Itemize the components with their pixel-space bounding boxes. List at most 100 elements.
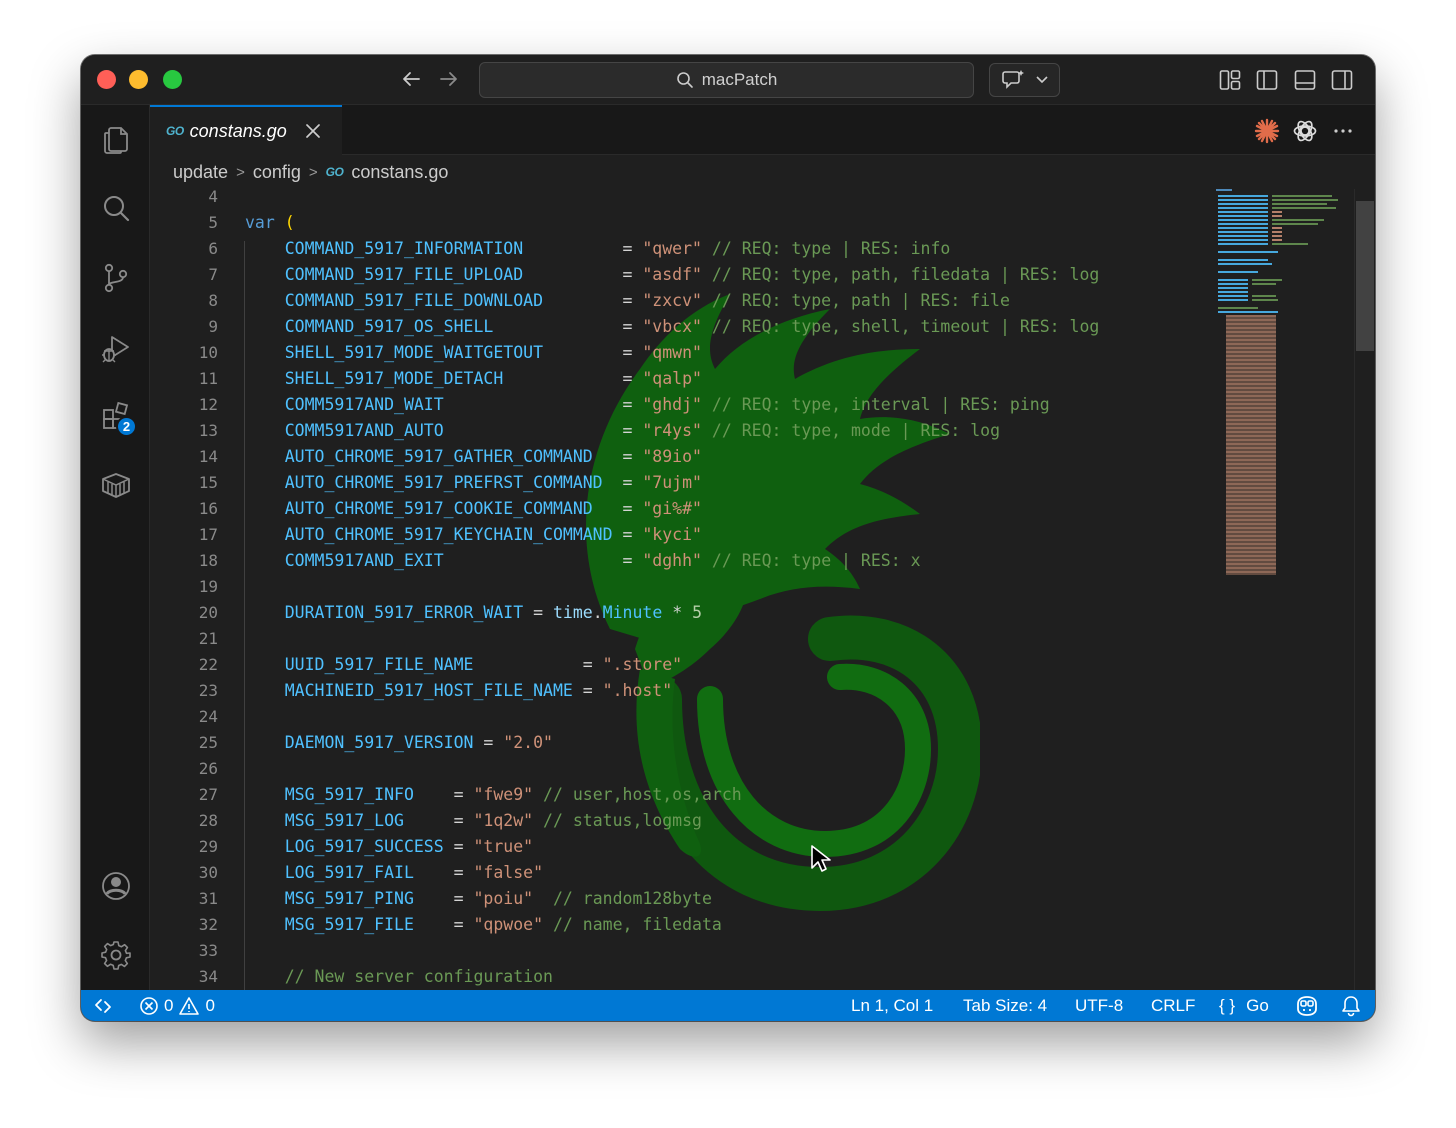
breadcrumb-update[interactable]: update: [173, 162, 228, 183]
language-name: Go: [1246, 995, 1269, 1015]
code-token: =: [403, 811, 474, 830]
line-number: 32: [198, 915, 218, 934]
code-token: MSG_5917_INFO: [245, 785, 414, 804]
close-window-button[interactable]: [97, 70, 116, 89]
line-number: 31: [198, 889, 218, 908]
eol-indicator[interactable]: CRLF: [1151, 990, 1195, 1021]
code-token: =: [473, 655, 603, 674]
line-number: 27: [198, 785, 218, 804]
cursor-position[interactable]: Ln 1, Col 1: [851, 990, 933, 1021]
zoom-window-button[interactable]: [163, 70, 182, 89]
code-editor[interactable]: 4 5 6 7 8 9 10 11 12 13 14 15 16 17 18 19 20 21 22 23 24 25 26…: [150, 189, 1375, 990]
minimize-window-button[interactable]: [129, 70, 148, 89]
code-token: "qpwoe": [473, 915, 544, 934]
language-mode-indicator[interactable]: { } Go: [1219, 990, 1269, 1021]
more-actions-icon[interactable]: [1330, 118, 1356, 144]
error-icon: [140, 996, 158, 1015]
explorer-button[interactable]: [98, 121, 134, 157]
line-number: 8: [208, 291, 218, 310]
line-number: 17: [198, 525, 218, 544]
code-line: MSG_5917_FILE = "qpwoe" // name, filedat…: [245, 912, 722, 938]
code-token: "2.0": [503, 733, 553, 752]
title-bar: macPatch: [81, 55, 1375, 105]
chatgpt-icon[interactable]: [1292, 118, 1318, 144]
code-token: time: [552, 603, 593, 622]
code-line: COMMAND_5917_OS_SHELL = "vbcx" // REQ: t…: [245, 314, 1100, 340]
line-number: 13: [198, 421, 218, 440]
code-line: MACHINEID_5917_HOST_FILE_NAME = ".host": [245, 678, 672, 704]
problems-indicator[interactable]: 0 0: [139, 990, 215, 1021]
code-line: MSG_5917_LOG = "1q2w" // status,logmsg: [245, 808, 702, 834]
code-token: DAEMON_5917_VERSION: [245, 733, 474, 752]
breadcrumb-file[interactable]: constans.go: [351, 162, 448, 183]
code-token: MSG_5917_FILE: [245, 915, 414, 934]
command-center-search[interactable]: macPatch: [479, 62, 974, 98]
chat-sparkle-icon: [1001, 70, 1024, 89]
code-token: // New server configuration: [245, 967, 553, 986]
tab-constans-go[interactable]: GO constans.go: [150, 105, 342, 155]
line-number: 11: [198, 369, 218, 388]
search-view-button[interactable]: [98, 191, 134, 227]
code-line: UUID_5917_FILE_NAME = ".store": [245, 652, 682, 678]
code-token: // random128byte: [533, 889, 712, 908]
code-line: COMMAND_5917_FILE_DOWNLOAD = "zxcv" // R…: [245, 288, 1010, 314]
run-and-debug-button[interactable]: [98, 330, 134, 366]
code-token: // name, filedata: [543, 915, 722, 934]
remote-indicator[interactable]: [93, 990, 113, 1021]
extensions-badge: 2: [116, 416, 137, 437]
code-token: .: [592, 603, 603, 622]
mouse-pointer-icon: [811, 845, 831, 872]
code-line: LOG_5917_SUCCESS = "true": [245, 834, 533, 860]
close-icon[interactable]: [305, 123, 321, 139]
toggle-primary-sidebar-icon[interactable]: [1256, 69, 1278, 91]
error-count: 0: [164, 995, 174, 1015]
run-debug-icon: [102, 336, 129, 363]
code-token: AUTO_CHROME_5917_GATHER_COMMAND: [245, 447, 593, 466]
line-number: 20: [198, 603, 218, 622]
code-token: =: [413, 785, 474, 804]
manage-settings-button[interactable]: [98, 937, 134, 973]
copilot-chat-button[interactable]: [989, 63, 1060, 97]
code-token: =: [473, 733, 504, 752]
code-token: MSG_5917_PING: [245, 889, 414, 908]
source-control-button[interactable]: [98, 260, 134, 296]
line-number: 6: [208, 239, 218, 258]
code-token: "1q2w": [473, 811, 534, 830]
tab-size-indicator[interactable]: Tab Size: 4: [963, 990, 1047, 1021]
code-token: COMMAND_5917_FILE_DOWNLOAD: [245, 291, 544, 310]
code-line: AUTO_CHROME_5917_PREFRST_COMMAND = "7ujm…: [245, 470, 702, 496]
encoding-indicator[interactable]: UTF-8: [1075, 990, 1123, 1021]
code-token: =: [503, 369, 643, 388]
forward-arrow-icon[interactable]: [437, 67, 461, 91]
code-token: "89io": [642, 447, 702, 466]
line-number: 5: [208, 213, 218, 232]
line-number: 19: [198, 577, 218, 596]
code-token: // REQ: type, mode | RES: log: [701, 421, 1000, 440]
line-number: 10: [198, 343, 218, 362]
editor-tab-bar: GO constans.go: [150, 105, 1375, 155]
accounts-button[interactable]: [98, 868, 134, 904]
notifications-button[interactable]: [1341, 990, 1361, 1021]
code-line: AUTO_CHROME_5917_COOKIE_COMMAND = "gi%#": [245, 496, 702, 522]
scrollbar-thumb[interactable]: [1356, 201, 1374, 351]
copilot-status[interactable]: [1294, 990, 1320, 1021]
activity-bar: 2: [81, 105, 150, 990]
breadcrumb: update > config > GO constans.go: [150, 155, 1375, 189]
line-number: 14: [198, 447, 218, 466]
code-token: "false": [473, 863, 544, 882]
toggle-panel-icon[interactable]: [1294, 69, 1316, 91]
back-arrow-icon[interactable]: [399, 67, 423, 91]
claude-sparkle-icon[interactable]: [1254, 118, 1280, 144]
toggle-secondary-sidebar-icon[interactable]: [1331, 69, 1353, 91]
code-lines: var ( COMMAND_5917_INFORMATION = "qwer" …: [245, 189, 1245, 990]
go-file-icon: GO: [166, 124, 184, 138]
gear-icon: [101, 941, 131, 970]
code-token: ".host": [602, 681, 673, 700]
line-number: 12: [198, 395, 218, 414]
breadcrumb-config[interactable]: config: [253, 162, 301, 183]
code-token: COMMAND_5917_INFORMATION: [245, 239, 524, 258]
minimap[interactable]: [1214, 189, 1344, 990]
packages-button[interactable]: [98, 467, 134, 503]
line-number: 34: [198, 967, 218, 986]
customize-layout-icon[interactable]: [1219, 69, 1241, 91]
